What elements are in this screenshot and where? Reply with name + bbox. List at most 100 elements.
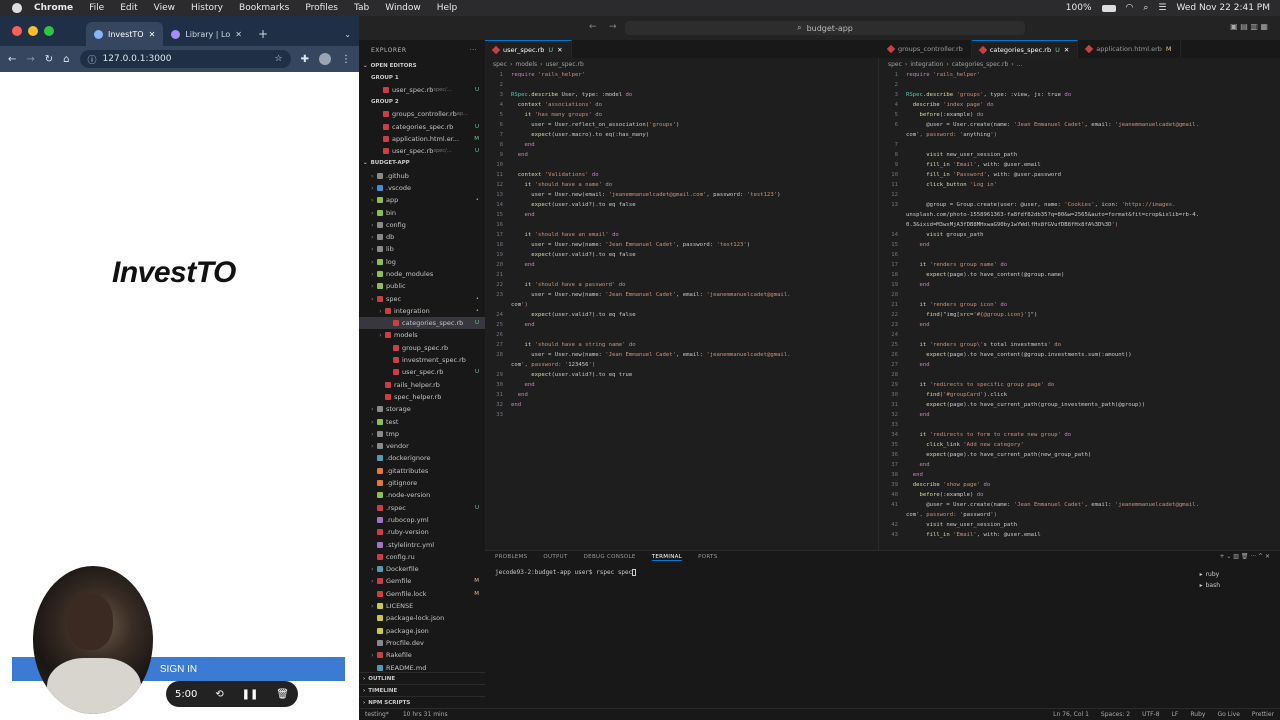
breadcrumb-item[interactable]: categories_spec.rb [952, 61, 1009, 68]
editor-group-header[interactable]: GROUP 1 [359, 72, 485, 84]
breadcrumb-item[interactable]: ... [1017, 61, 1023, 68]
file-tree-item[interactable]: package-lock.json [359, 612, 485, 624]
code-line[interactable]: 18 expect(page).to have_content(@group.n… [880, 270, 1280, 280]
code-line[interactable]: 17 it 'renders group name' do [880, 260, 1280, 270]
file-tree-item[interactable]: › Rakefile [359, 649, 485, 661]
menu-window[interactable]: Window [377, 3, 429, 13]
file-tree-item[interactable]: .dockerignore [359, 452, 485, 464]
code-view[interactable]: 1 require 'rails_helper' 2 3 RSpec.describe … [485, 70, 878, 420]
open-editor-item[interactable]: groups_controller.rb ap... [359, 108, 485, 120]
menu-profiles[interactable]: Profiles [297, 3, 346, 13]
file-tree-item[interactable]: › node_modules [359, 268, 485, 280]
file-tree-item[interactable]: .rspec U [359, 502, 485, 514]
chrome-tab-library[interactable]: Library | Lo ✕ [163, 22, 250, 46]
more-actions-icon[interactable]: ··· [470, 47, 485, 54]
file-tree-item[interactable]: .gitignore [359, 477, 485, 489]
file-tree-item[interactable]: › .github [359, 169, 485, 181]
close-icon[interactable]: ✕ [1064, 46, 1069, 54]
open-editor-item[interactable]: user_spec.rb spec/... U [359, 84, 485, 96]
search-icon[interactable]: ⌕ [1143, 3, 1148, 13]
panel-tab-problems[interactable]: PROBLEMS [495, 554, 527, 560]
file-tree-item[interactable]: user_spec.rb U [359, 366, 485, 378]
file-tree-item[interactable]: › LICENSE [359, 600, 485, 612]
code-line[interactable]: 4 context 'associations' do [485, 100, 878, 110]
code-line[interactable]: 23 end [880, 320, 1280, 330]
code-line[interactable]: 7 expect(user.macro).to eq(:has_many) [485, 130, 878, 140]
status-branch[interactable]: testing* [365, 711, 389, 718]
pause-icon[interactable]: ❚❚ [242, 689, 259, 700]
code-line[interactable]: 23 user = User.new(name: 'Jean Emmanuel … [485, 290, 878, 300]
code-line[interactable]: 41 @user = User.create(name: 'Jean Emman… [880, 500, 1280, 510]
code-line[interactable]: com') [485, 300, 878, 310]
chevron-down-icon[interactable]: ⌄ [336, 22, 359, 46]
project-header[interactable]: ⌄ BUDGET-APP [359, 157, 485, 169]
editor-group-header[interactable]: GROUP 2 [359, 96, 485, 108]
code-line[interactable]: 21 it 'renders group icon' do [880, 300, 1280, 310]
file-tree-item[interactable]: › spec • [359, 292, 485, 304]
forward-icon[interactable]: → [609, 22, 617, 32]
file-tree-item[interactable]: › lib [359, 243, 485, 255]
code-line[interactable]: 6 user = User.reflect_on_association('gr… [485, 120, 878, 130]
code-line[interactable]: 31 end [485, 390, 878, 400]
profile-avatar[interactable] [319, 53, 331, 65]
code-line[interactable]: 30 end [485, 380, 878, 390]
file-tree-item[interactable]: config.ru [359, 551, 485, 563]
file-tree-item[interactable]: group_spec.rb [359, 342, 485, 354]
file-tree-item[interactable]: rails_helper.rb [359, 379, 485, 391]
editor-tab[interactable]: application.html.erb M [1078, 40, 1181, 58]
code-line[interactable]: 15 end [485, 210, 878, 220]
code-line[interactable]: com', password: '123456') [485, 360, 878, 370]
code-line[interactable]: 37 end [880, 460, 1280, 470]
code-line[interactable]: 12 it 'should have a name' do [485, 180, 878, 190]
code-line[interactable]: 3 RSpec.describe User, type: :model do [485, 90, 878, 100]
file-tree-item[interactable]: .gitattributes [359, 465, 485, 477]
menu-app-name[interactable]: Chrome [26, 3, 81, 13]
battery-icon[interactable] [1101, 4, 1116, 12]
file-tree-item[interactable]: › storage [359, 403, 485, 415]
code-line[interactable]: 22 find("img[src='#{@group.icon}']") [880, 310, 1280, 320]
code-line[interactable]: 35 click_link 'Add new category' [880, 440, 1280, 450]
code-line[interactable]: 20 end [485, 260, 878, 270]
code-line[interactable]: com', password: 'anything') [880, 130, 1280, 140]
restart-icon[interactable]: ⟲ [215, 689, 223, 700]
chrome-tab-investto[interactable]: InvestTO ✕ [86, 22, 164, 46]
file-tree-item[interactable]: .node-version [359, 489, 485, 501]
editor-tab[interactable]: user_spec.rb U ✕ [485, 40, 572, 58]
code-line[interactable]: 19 end [880, 280, 1280, 290]
code-line[interactable]: 24 expect(user.valid?).to eq false [485, 310, 878, 320]
code-line[interactable]: 18 user = User.new(name: 'Jean Emmanuel … [485, 240, 878, 250]
code-line[interactable]: 26 expect(page).to have_content(@group.i… [880, 350, 1280, 360]
minimize-window-button[interactable] [28, 26, 38, 36]
breadcrumb-item[interactable]: integration [910, 61, 943, 68]
code-line[interactable]: 27 it 'should have a string name' do [485, 340, 878, 350]
breadcrumb-item[interactable]: models [515, 61, 537, 68]
clock[interactable]: Wed Nov 22 2:41 PM [1177, 3, 1271, 13]
code-line[interactable]: 13 @group = Group.create(user: @user, na… [880, 200, 1280, 210]
code-line[interactable]: 10 [485, 160, 878, 170]
code-line[interactable]: 6 @user = User.create(name: 'Jean Emmanu… [880, 120, 1280, 130]
open-editor-item[interactable]: categories_spec.rb U [359, 121, 485, 133]
panel-tab-output[interactable]: OUTPUT [543, 554, 567, 560]
status-eol[interactable]: LF [1172, 711, 1179, 718]
code-line[interactable]: 33 [485, 410, 878, 420]
close-window-button[interactable] [12, 26, 22, 36]
code-line[interactable]: 32 end [485, 400, 878, 410]
code-line[interactable]: 11 context 'Validations' do [485, 170, 878, 180]
code-line[interactable]: 7 [880, 140, 1280, 150]
new-tab-button[interactable]: + [250, 22, 276, 46]
file-tree-item[interactable]: Gemfile.lock M [359, 588, 485, 600]
breadcrumb-item[interactable]: user_spec.rb [546, 61, 584, 68]
code-line[interactable]: 40 before(:example) do [880, 490, 1280, 500]
back-icon[interactable]: ← [8, 54, 16, 65]
trash-icon[interactable]: 🗑 [276, 689, 289, 700]
file-tree-item[interactable]: › integration • [359, 305, 485, 317]
site-info-icon[interactable]: ⓘ [88, 53, 97, 66]
forward-icon[interactable]: → [26, 54, 34, 65]
code-line[interactable]: 17 it 'should have an email' do [485, 230, 878, 240]
menu-view[interactable]: View [146, 3, 183, 13]
code-line[interactable]: 0.3&ixid=M3wxMjA3fDB8MHxwaG90by1wYWdlfHx… [880, 220, 1280, 230]
file-tree-item[interactable]: › .vscode [359, 182, 485, 194]
timeline-section[interactable]: › TIMELINE [359, 684, 485, 696]
url-text[interactable]: 127.0.0.1:3000 [103, 54, 172, 64]
file-tree-item[interactable]: › bin [359, 206, 485, 218]
